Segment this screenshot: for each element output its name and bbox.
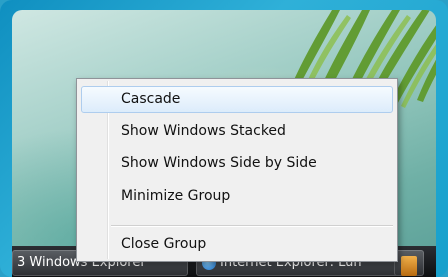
- menu-item-minimize-group[interactable]: Minimize Group: [81, 183, 393, 210]
- menu-separator: [111, 225, 393, 227]
- menu-item-label: Show Windows Stacked: [121, 123, 286, 139]
- menu-item-label: Minimize Group: [121, 188, 231, 204]
- menu-item-label: Close Group: [121, 236, 207, 252]
- taskbar-group-context-menu: Cascade Show Windows Stacked Show Window…: [76, 78, 398, 262]
- menu-item-close-group[interactable]: Close Group: [81, 231, 393, 258]
- menu-item-label: Cascade: [121, 91, 181, 107]
- menu-item-show-windows-stacked[interactable]: Show Windows Stacked: [81, 118, 393, 145]
- program-icon: [401, 256, 417, 276]
- menu-item-show-windows-side-by-side[interactable]: Show Windows Side by Side: [81, 150, 393, 177]
- menu-item-label: Show Windows Side by Side: [121, 155, 317, 171]
- menu-item-cascade[interactable]: Cascade: [81, 86, 393, 113]
- taskbar-button-more[interactable]: [394, 250, 424, 276]
